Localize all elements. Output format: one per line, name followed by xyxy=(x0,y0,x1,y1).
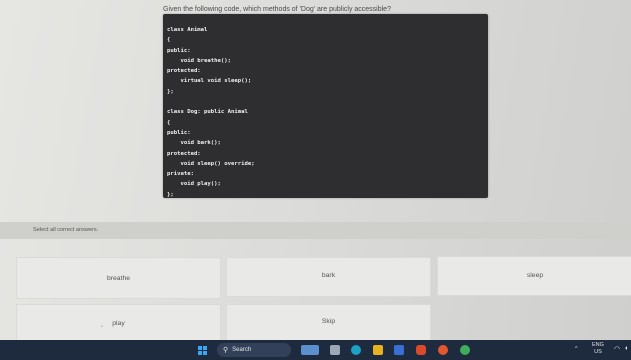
store-icon[interactable] xyxy=(394,345,404,355)
volume-icon[interactable]: ◖ xyxy=(624,345,628,352)
code-block: class Animal { public: void breathe(); p… xyxy=(163,14,488,198)
quiz-page: Given the following code, which methods … xyxy=(0,0,631,342)
app-icon[interactable] xyxy=(460,345,470,355)
edge-browser-icon[interactable] xyxy=(351,345,361,355)
question-text: Given the following code, which methods … xyxy=(163,6,391,13)
option-label: bark xyxy=(321,271,336,279)
option-label: sleep xyxy=(526,271,544,279)
search-icon: ⚲ xyxy=(223,347,229,354)
brave-browser-icon[interactable] xyxy=(416,345,426,355)
lang-top: ENG xyxy=(592,342,604,348)
task-view-icon[interactable] xyxy=(330,345,340,355)
wifi-icon[interactable]: ◠ xyxy=(614,345,620,353)
chevron-up-icon[interactable]: ^ xyxy=(575,346,578,352)
option-play[interactable]: • play xyxy=(16,304,221,342)
instruction-bar: Select all correct answers. xyxy=(0,222,631,239)
lang-bottom: US xyxy=(594,349,602,355)
skip-button[interactable]: Skip xyxy=(226,304,431,342)
skip-label: Skip xyxy=(321,317,336,325)
option-breathe[interactable]: breathe xyxy=(16,257,221,299)
firefox-icon[interactable] xyxy=(438,345,448,355)
search-label: Search xyxy=(232,347,252,353)
windows-start-icon[interactable] xyxy=(198,346,207,355)
bullet-dot-icon: • xyxy=(101,324,103,330)
option-label: breathe xyxy=(106,274,131,282)
option-label: play xyxy=(112,319,125,327)
instruction-text: Select all correct answers. xyxy=(33,227,99,233)
taskbar-search[interactable]: ⚲ Search xyxy=(217,343,291,357)
language-indicator[interactable]: ENG US xyxy=(592,342,604,356)
option-bark[interactable]: bark xyxy=(226,257,431,297)
option-sleep[interactable]: sleep xyxy=(437,256,631,296)
file-explorer-icon[interactable] xyxy=(373,345,383,355)
code-text: class Animal { public: void breathe(); p… xyxy=(167,27,255,198)
widgets-icon[interactable] xyxy=(301,345,319,355)
